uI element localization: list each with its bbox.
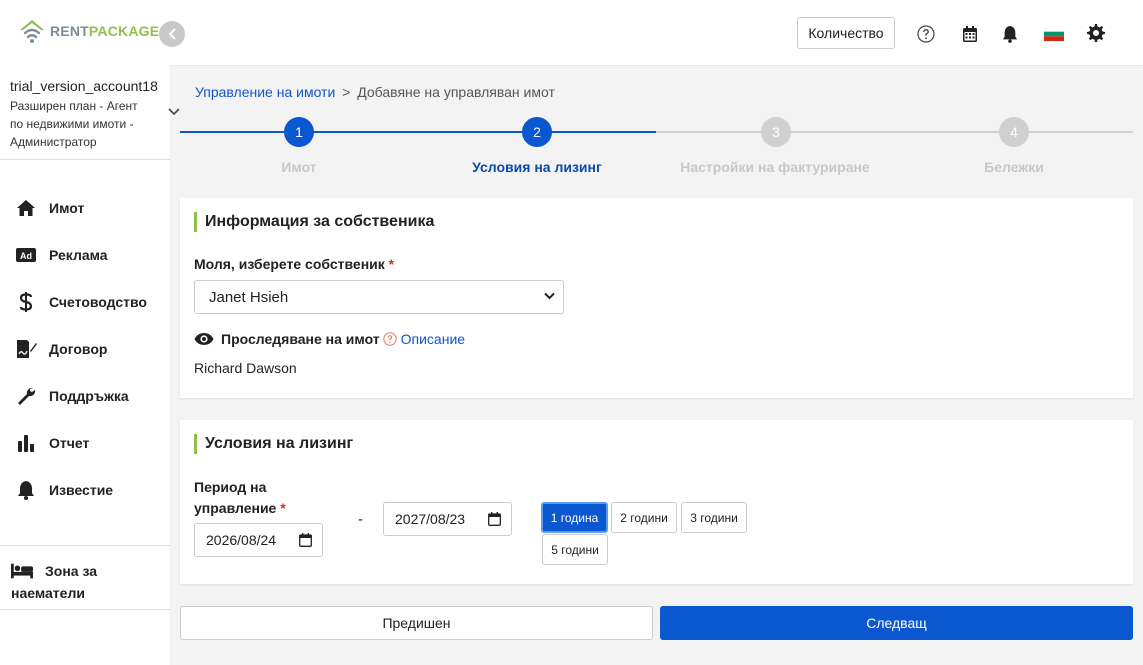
sidebar-nav: Имот Ad Реклама Счетоводство Договор Под…	[0, 184, 170, 513]
step-line-remaining	[656, 131, 1133, 133]
signature-icon	[15, 338, 37, 360]
bed-icon	[11, 560, 33, 582]
sidebar-item-label: Реклама	[49, 246, 108, 263]
ad-icon: Ad	[15, 244, 37, 266]
bell-icon[interactable]	[1000, 24, 1020, 44]
owner-select-label: Моля, изберете собственик *	[194, 256, 395, 272]
period-option-5-years[interactable]: 5 години	[542, 534, 608, 565]
sidebar-item-notification[interactable]: Известие	[0, 466, 170, 513]
lease-section-title: Условия на лизинг	[194, 434, 353, 454]
step-4-label: Бележки	[984, 159, 1044, 175]
period-option-1-year[interactable]: 1 година	[541, 502, 608, 533]
help-icon[interactable]	[382, 332, 397, 346]
sidebar-item-label: Счетоводство	[49, 293, 147, 310]
home-icon	[15, 197, 37, 219]
account-name: trial_version_account18	[10, 78, 158, 94]
end-date-input[interactable]: 2027/08/23	[383, 502, 512, 536]
bulgaria-flag-icon[interactable]	[1043, 24, 1065, 44]
start-date-value: 2026/08/24	[206, 532, 277, 548]
sidebar-item-property[interactable]: Имот	[0, 184, 170, 231]
previous-button[interactable]: Предишен	[180, 606, 653, 640]
breadcrumb: Управление на имоти > Добавяне на управл…	[195, 84, 555, 100]
svg-text:Ad: Ad	[20, 251, 32, 261]
calendar-icon	[299, 533, 312, 547]
step-3-label: Настройки на фактуриране	[680, 159, 870, 175]
sidebar-item-accounting[interactable]: Счетоводство	[0, 278, 170, 325]
quantity-button[interactable]: Количество	[797, 17, 895, 49]
sidebar-item-label: Имот	[49, 199, 85, 216]
sidebar-item-label: Отчет	[49, 434, 90, 451]
tenant-zone-label-line1: Зона за	[45, 563, 98, 579]
gear-icon[interactable]	[1086, 23, 1106, 43]
property-tracking-value: Richard Dawson	[194, 360, 297, 376]
end-date-value: 2027/08/23	[395, 511, 466, 527]
breadcrumb-link-property-management[interactable]: Управление на имоти	[195, 84, 335, 100]
help-icon[interactable]	[916, 24, 936, 44]
step-3-circle: 3	[761, 117, 791, 147]
owner-info-card: Информация за собственика Моля, изберете…	[180, 198, 1133, 398]
owner-select[interactable]: Janet Hsieh	[194, 280, 564, 314]
sidebar-item-tenant-zone[interactable]: Зона за наематели	[0, 545, 170, 610]
sidebar-item-label: Поддръжка	[49, 387, 129, 404]
period-option-3-years[interactable]: 3 години	[681, 502, 747, 533]
management-period-label: Период на управление *	[194, 479, 286, 516]
period-option-2-years[interactable]: 2 години	[611, 502, 677, 533]
sidebar-item-contract[interactable]: Договор	[0, 325, 170, 372]
sidebar-item-report[interactable]: Отчет	[0, 419, 170, 466]
progress-stepper: 1 2 3 4 Имот Условия на лизинг Настройки…	[180, 116, 1133, 180]
chevron-down-icon[interactable]	[168, 108, 180, 116]
description-link[interactable]: Описание	[401, 331, 465, 347]
breadcrumb-current: Добавяне на управляван имот	[357, 84, 555, 100]
breadcrumb-separator: >	[342, 84, 351, 100]
eye-icon	[194, 333, 214, 345]
topbar: Количество	[170, 0, 1143, 66]
start-date-input[interactable]: 2026/08/24	[194, 523, 323, 557]
next-button[interactable]: Следващ	[660, 606, 1133, 640]
owner-select-value: Janet Hsieh	[209, 288, 289, 306]
chevron-down-icon	[544, 292, 555, 300]
logo-area: RENTPACKAGE	[0, 0, 170, 66]
logo-text: RENTPACKAGE	[50, 23, 160, 39]
logo[interactable]: RENTPACKAGE	[18, 18, 159, 44]
property-tracking-row: Проследяване на имот Описание	[194, 331, 465, 347]
sidebar-item-label: Известие	[49, 481, 114, 498]
wrench-icon	[15, 385, 37, 407]
account-switcher[interactable]: trial_version_account18 Разширен план - …	[0, 68, 180, 160]
chevron-left-icon	[168, 28, 176, 40]
dollar-icon	[15, 291, 37, 313]
sidebar-item-maintenance[interactable]: Поддръжка	[0, 372, 170, 419]
step-2-label: Условия на лизинг	[472, 159, 602, 175]
bell-icon	[15, 479, 37, 501]
sidebar: RENTPACKAGE trial_version_account18 Разш…	[0, 0, 180, 665]
account-plan: Разширен план - Агент по недвижими имоти…	[10, 99, 138, 149]
property-tracking-label: Проследяване на имот	[221, 331, 380, 347]
calendar-icon[interactable]	[960, 24, 980, 44]
step-4-circle: 4	[999, 117, 1029, 147]
lease-terms-card: Условия на лизинг Период на управление *…	[180, 420, 1133, 584]
collapse-sidebar-button[interactable]	[159, 21, 185, 47]
calendar-icon	[488, 512, 501, 526]
step-1-circle[interactable]: 1	[284, 117, 314, 147]
step-line-completed	[180, 131, 656, 133]
bar-chart-icon	[15, 432, 37, 454]
sidebar-item-advertising[interactable]: Ad Реклама	[0, 231, 170, 278]
step-2-circle[interactable]: 2	[522, 117, 552, 147]
tenant-zone-label-line2: наематели	[11, 585, 85, 601]
sidebar-item-label: Договор	[49, 340, 108, 357]
logo-wifi-house-icon	[20, 20, 44, 43]
owner-section-title: Информация за собственика	[194, 212, 434, 232]
date-range-dash: -	[358, 511, 363, 528]
step-1-label: Имот	[281, 159, 317, 175]
